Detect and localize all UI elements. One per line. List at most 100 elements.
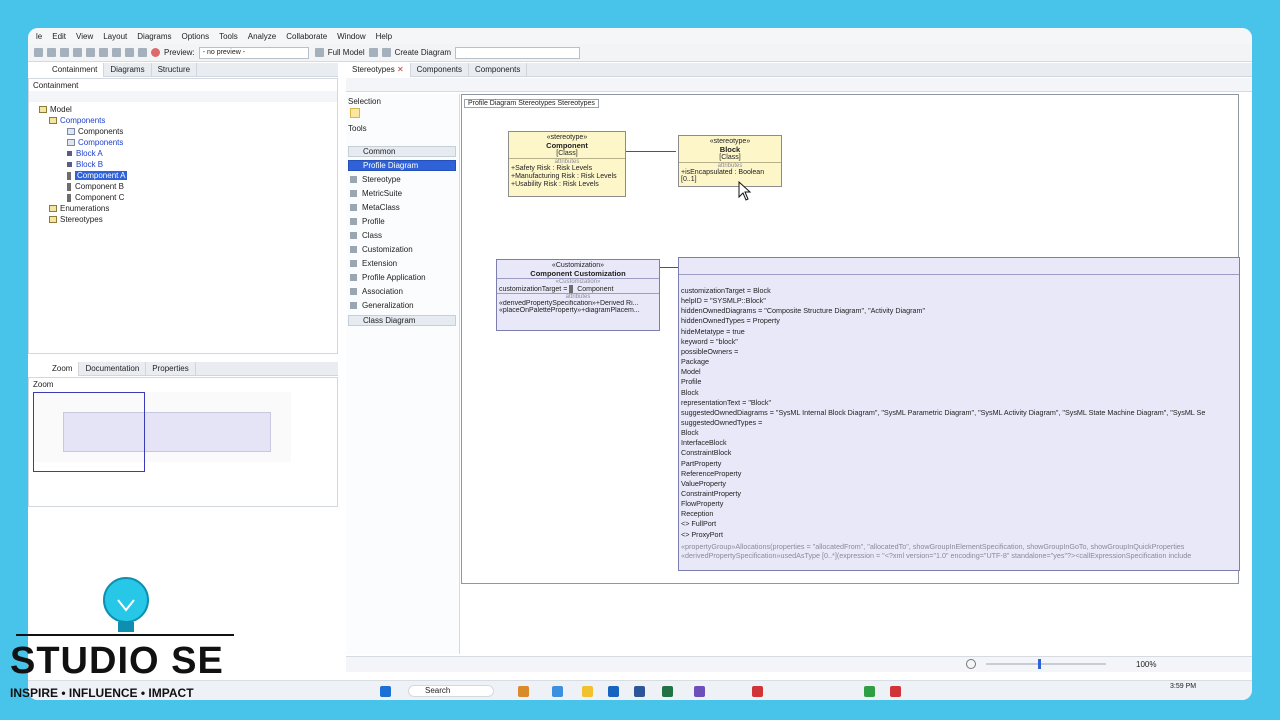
tree-component-b[interactable]: Component B	[67, 182, 124, 191]
tab-properties[interactable]: Properties	[146, 361, 196, 376]
browser-tabs: Containment Diagrams Structure	[46, 62, 338, 77]
menu-analyze[interactable]: Analyze	[248, 32, 276, 41]
print-icon[interactable]	[73, 48, 82, 57]
tree-block-a[interactable]: Block A	[67, 149, 103, 158]
menu-file[interactable]: le	[36, 32, 42, 41]
tab-diagrams[interactable]: Diagrams	[104, 62, 152, 77]
open-icon[interactable]	[47, 48, 56, 57]
redo-icon[interactable]	[125, 48, 134, 57]
customization-link[interactable]	[660, 267, 678, 268]
zoom-viewport[interactable]	[33, 392, 145, 472]
diagram-canvas[interactable]: Profile Diagram Stereotypes Stereotypes …	[461, 94, 1240, 584]
app-icon-3[interactable]	[752, 686, 763, 697]
tab-zoom[interactable]: Zoom	[46, 361, 80, 376]
tab-components-diagram[interactable]: Components	[411, 62, 469, 77]
component-stereotype-shape[interactable]: «stereotype» Component [Class] attribute…	[508, 131, 626, 197]
copy-icon[interactable]	[99, 48, 108, 57]
folder-icon[interactable]	[582, 686, 593, 697]
tree-enumerations[interactable]: Enumerations	[49, 204, 109, 213]
palette-stereotype[interactable]: Stereotype	[350, 175, 401, 184]
component-icon	[569, 285, 574, 293]
save-icon[interactable]	[60, 48, 69, 57]
tree-components-diagram[interactable]: Components	[67, 127, 123, 136]
app-icon-4[interactable]	[864, 686, 875, 697]
tree-component-c[interactable]: Component C	[67, 193, 124, 202]
tab-stereotypes-diagram[interactable]: Stereotypes ✕	[346, 62, 411, 77]
tab-containment[interactable]: Containment	[46, 62, 105, 77]
app-icon-1[interactable]	[518, 686, 529, 697]
component-customization-shape[interactable]: «Customization» Component Customization …	[496, 259, 660, 331]
tab-structure[interactable]: Structure	[152, 62, 198, 77]
palette-association[interactable]: Association	[350, 287, 403, 296]
tree-block-b[interactable]: Block B	[67, 160, 103, 169]
palette-metaclass[interactable]: MetaClass	[350, 203, 400, 212]
menu-window[interactable]: Window	[337, 32, 365, 41]
palette-group-common[interactable]: Common	[348, 146, 456, 157]
search-icon[interactable]	[966, 659, 976, 669]
close-tab-icon[interactable]: ✕	[397, 65, 404, 74]
excel-icon[interactable]	[662, 686, 673, 697]
customization-line: FlowProperty	[681, 499, 724, 509]
menu-help[interactable]: Help	[376, 32, 392, 41]
zoom-level[interactable]: 100%	[1136, 660, 1156, 669]
palette-generalization[interactable]: Generalization	[350, 301, 414, 310]
palette-class[interactable]: Class	[350, 231, 382, 240]
palette-group-class-diagram[interactable]: Class Diagram	[348, 315, 456, 326]
tab-documentation[interactable]: Documentation	[79, 361, 147, 376]
component-icon	[67, 182, 71, 191]
outlook-icon[interactable]	[608, 686, 619, 697]
customization-line: Reception	[681, 509, 714, 519]
menu-edit[interactable]: Edit	[52, 32, 66, 41]
menu-view[interactable]: View	[76, 32, 93, 41]
start-icon[interactable]	[380, 686, 391, 697]
app-icon-2[interactable]	[694, 686, 705, 697]
menu-layout[interactable]: Layout	[103, 32, 127, 41]
customization-line: ValueProperty	[681, 478, 727, 488]
block-stereotype-shape[interactable]: «stereotype» Block [Class] attributes +i…	[678, 135, 782, 187]
logo-text: STUDIO SE	[10, 640, 224, 682]
palette-profile-application[interactable]: Profile Application	[350, 273, 426, 282]
block-customization-shape[interactable]: customizationTarget = Block helpID = "SYS…	[678, 257, 1240, 571]
taskbar-search[interactable]: Search	[408, 685, 494, 697]
menu-tools[interactable]: Tools	[219, 32, 238, 41]
preview-select[interactable]: - no preview -	[198, 46, 309, 59]
create-diagram-button[interactable]: Create Diagram	[395, 48, 451, 57]
palette-extension[interactable]: Extension	[350, 259, 397, 268]
undo-icon[interactable]	[112, 48, 121, 57]
tree-stereotypes[interactable]: Stereotypes	[49, 215, 103, 224]
menu-collaborate[interactable]: Collaborate	[286, 32, 327, 41]
tab-components-diagram-2[interactable]: Components	[469, 62, 528, 77]
tree-model[interactable]: Model	[39, 105, 72, 114]
find-icon[interactable]	[86, 48, 95, 57]
new-icon[interactable]	[34, 48, 43, 57]
palette-metricsuite[interactable]: MetricSuite	[350, 189, 402, 198]
component-icon	[67, 193, 71, 202]
tree-components-diagram-2[interactable]: Components	[67, 138, 123, 147]
validate-icon[interactable]	[138, 48, 147, 57]
zoom-slider-track[interactable]	[986, 663, 1106, 665]
menu-diagrams[interactable]: Diagrams	[137, 32, 171, 41]
tree-components-package[interactable]: Components	[49, 116, 105, 125]
palette-customization[interactable]: Customization	[350, 245, 413, 254]
zoom-slider-handle[interactable]	[1038, 659, 1041, 669]
layout-icon[interactable]	[368, 48, 378, 57]
customization-line: customizationTarget = Block	[681, 286, 771, 295]
customization-line: ConstraintBlock	[681, 448, 732, 458]
pointer-tool-icon[interactable]	[350, 108, 360, 118]
customization-line: ReferenceProperty	[681, 468, 742, 478]
word-icon[interactable]	[634, 686, 645, 697]
palette-profile[interactable]: Profile	[350, 217, 385, 226]
component-icon	[67, 171, 71, 180]
full-model-button[interactable]: Full Model	[328, 48, 365, 57]
palette-group-profile-diagram[interactable]: Profile Diagram	[348, 160, 456, 171]
block-icon	[67, 151, 72, 156]
diagram-type-select[interactable]	[455, 46, 581, 59]
app-icon-5[interactable]	[890, 686, 901, 697]
extension-arrow[interactable]	[626, 151, 676, 152]
diagram-icon	[67, 128, 75, 135]
menu-options[interactable]: Options	[182, 32, 210, 41]
browser-icon[interactable]	[552, 686, 563, 697]
stop-icon[interactable]	[151, 48, 160, 57]
tree-component-a[interactable]: Component A	[67, 171, 128, 180]
customization-line: Profile	[681, 377, 702, 387]
